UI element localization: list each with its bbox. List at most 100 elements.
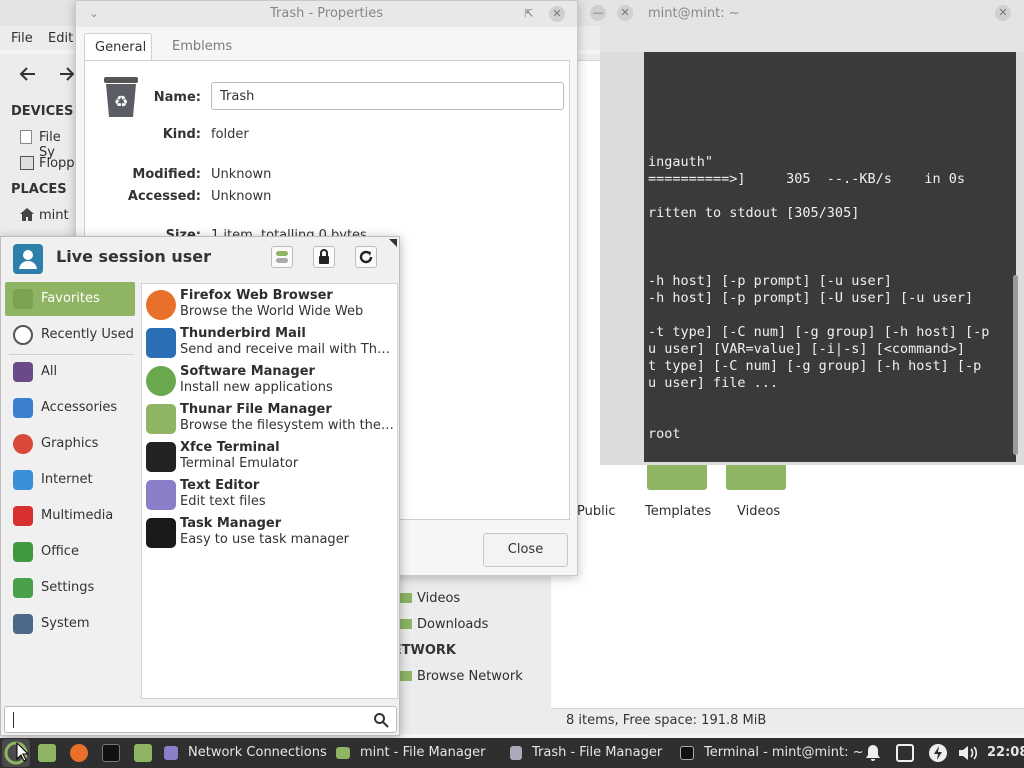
clock-icon bbox=[13, 325, 33, 345]
folder-label-templates[interactable]: Templates bbox=[645, 504, 711, 519]
network-header: NETWORK bbox=[396, 643, 456, 658]
workspace-icon[interactable] bbox=[896, 744, 914, 762]
close-icon[interactable]: ✕ bbox=[995, 5, 1011, 21]
lock-screen-button[interactable] bbox=[313, 246, 335, 268]
tab-emblems[interactable]: Emblems bbox=[162, 33, 242, 61]
category-internet[interactable]: Internet bbox=[5, 463, 135, 497]
app-description: Terminal Emulator bbox=[180, 456, 299, 471]
cloud-icon bbox=[13, 470, 33, 490]
category-multimedia[interactable]: Multimedia bbox=[5, 499, 135, 533]
firefox-icon bbox=[146, 290, 176, 320]
sidebar-item-videos[interactable]: Videos bbox=[417, 591, 460, 606]
close-button[interactable]: Close bbox=[483, 533, 568, 567]
app-name: Task Manager bbox=[180, 516, 282, 531]
terminal-line: t type] [-C num] [-g group] [-h host] [-… bbox=[648, 358, 982, 374]
app-task-manager[interactable]: Task Manager Easy to use task manager bbox=[144, 514, 396, 552]
videos-folder-icon[interactable] bbox=[726, 464, 786, 490]
name-label: Name: bbox=[153, 90, 201, 105]
sidebar-item-mint[interactable]: mint bbox=[39, 208, 69, 223]
app-description: Browse the filesystem with the file mana… bbox=[180, 418, 395, 433]
back-arrow-icon[interactable] bbox=[18, 64, 38, 84]
refresh-icon bbox=[359, 250, 373, 264]
terminal-scrollbar[interactable] bbox=[1013, 275, 1018, 455]
kind-value: folder bbox=[211, 127, 249, 142]
app-name: Thunar File Manager bbox=[180, 402, 332, 417]
app-description: Browse the World Wide Web bbox=[180, 304, 364, 319]
folder-icon bbox=[146, 404, 176, 434]
drive-icon bbox=[20, 130, 32, 144]
search-input[interactable] bbox=[4, 706, 397, 733]
logout-button[interactable] bbox=[355, 246, 377, 268]
sidebar-item-floppy[interactable]: Flopp bbox=[39, 156, 75, 171]
category-graphics[interactable]: Graphics bbox=[5, 427, 135, 461]
firefox-icon[interactable] bbox=[70, 744, 88, 762]
category-label: Recently Used bbox=[41, 327, 134, 342]
play-icon bbox=[13, 506, 33, 526]
folder-icon bbox=[400, 593, 412, 603]
settings-manager-button[interactable] bbox=[271, 246, 293, 268]
terminal-line: -t type] [-C num] [-g group] [-h host] [… bbox=[648, 324, 990, 340]
lock-icon bbox=[319, 249, 329, 264]
terminal-icon[interactable] bbox=[102, 744, 120, 762]
minimize-icon[interactable]: — bbox=[590, 5, 606, 21]
taskbar-item-trash-file-manager[interactable]: Trash - File Manager bbox=[532, 738, 662, 768]
terminal-output[interactable]: ingauth" ==========>] 305 --.-KB/s in 0s… bbox=[644, 52, 1016, 462]
terminal-title: mint@mint: ~ bbox=[648, 6, 740, 21]
app-thunderbird[interactable]: Thunderbird Mail Send and receive mail w… bbox=[144, 324, 396, 362]
menu-edit[interactable]: Edit bbox=[48, 31, 73, 46]
category-accessories[interactable]: Accessories bbox=[5, 391, 135, 425]
terminal-icon bbox=[680, 746, 694, 760]
taskbar-item-mint-file-manager[interactable]: mint - File Manager bbox=[360, 738, 485, 768]
category-settings[interactable]: Settings bbox=[5, 571, 135, 605]
favorites-icon bbox=[13, 289, 33, 309]
templates-folder-icon[interactable] bbox=[647, 464, 707, 490]
settings-icon bbox=[13, 578, 33, 598]
menu-file[interactable]: File bbox=[11, 31, 33, 46]
terminal-titlebar: — ✕ mint@mint: ~ ✕ bbox=[590, 0, 1024, 26]
name-field[interactable] bbox=[211, 82, 564, 110]
app-software-manager[interactable]: Software Manager Install new application… bbox=[144, 362, 396, 400]
taskbar-item-network-connections[interactable]: Network Connections bbox=[188, 738, 327, 768]
terminal-line: -h host] [-p prompt] [-U user] [-u user] bbox=[648, 290, 974, 306]
app-description: Send and receive mail with Thunderbird bbox=[180, 342, 395, 357]
volume-icon[interactable] bbox=[958, 744, 980, 762]
folder-icon bbox=[336, 747, 350, 759]
status-text: 8 items, Free space: 191.8 MiB bbox=[566, 713, 767, 728]
tab-general[interactable]: General bbox=[84, 33, 152, 61]
power-icon[interactable] bbox=[928, 743, 948, 763]
floppy-icon bbox=[20, 156, 34, 170]
terminal-line: u user] [VAR=value] [-i|-s] [<command>] bbox=[648, 341, 965, 357]
app-terminal[interactable]: Xfce Terminal Terminal Emulator bbox=[144, 438, 396, 476]
app-text-editor[interactable]: Text Editor Edit text files bbox=[144, 476, 396, 514]
category-favorites[interactable]: Favorites bbox=[5, 282, 135, 316]
terminal-line: ritten to stdout [305/305] bbox=[648, 205, 860, 221]
category-recently-used[interactable]: Recently Used bbox=[5, 318, 135, 352]
taskbar-item-terminal[interactable]: Terminal - mint@mint: ~ bbox=[704, 738, 864, 768]
app-thunar[interactable]: Thunar File Manager Browse the filesyste… bbox=[144, 400, 396, 438]
terminal-line: ==========>] 305 --.-KB/s in 0s bbox=[648, 171, 965, 187]
category-system[interactable]: System bbox=[5, 607, 135, 641]
close-icon[interactable]: ✕ bbox=[617, 5, 633, 21]
category-all[interactable]: All bbox=[5, 355, 135, 389]
sidebar-item-downloads[interactable]: Downloads bbox=[417, 617, 488, 632]
category-list: Favorites Recently Used All Accessories … bbox=[3, 281, 138, 699]
accessed-label: Accessed: bbox=[127, 189, 201, 204]
gear-icon bbox=[13, 614, 33, 634]
show-desktop-icon[interactable] bbox=[38, 744, 56, 762]
close-icon[interactable]: ✕ bbox=[549, 6, 565, 22]
notifications-bell-icon[interactable] bbox=[864, 744, 882, 762]
folder-label-videos[interactable]: Videos bbox=[737, 504, 780, 519]
app-firefox[interactable]: Firefox Web Browser Browse the World Wid… bbox=[144, 286, 396, 324]
toggles-icon bbox=[276, 251, 288, 263]
terminal-line: u user] file ... bbox=[648, 375, 779, 391]
category-office[interactable]: Office bbox=[5, 535, 135, 569]
clock[interactable]: 22:08 bbox=[987, 738, 1024, 768]
folder-label-public[interactable]: Public bbox=[577, 504, 615, 519]
app-name: Thunderbird Mail bbox=[180, 326, 306, 341]
avatar bbox=[13, 244, 43, 274]
resize-corner-icon[interactable] bbox=[389, 239, 397, 247]
forward-arrow-icon[interactable] bbox=[60, 64, 74, 84]
file-manager-icon[interactable] bbox=[134, 744, 152, 762]
sidebar-item-browse-network[interactable]: Browse Network bbox=[417, 669, 523, 684]
maximize-icon[interactable]: ⇱ bbox=[521, 6, 537, 22]
